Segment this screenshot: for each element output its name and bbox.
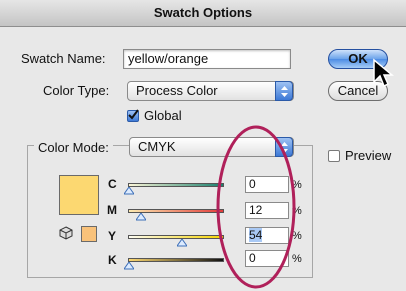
mouse-cursor-icon — [373, 58, 395, 88]
value-input-y[interactable]: 54 — [245, 227, 289, 244]
percent-c: % — [292, 179, 302, 191]
popup-arrows-icon — [275, 137, 293, 157]
ok-button-label: OK — [348, 51, 368, 66]
color-swatch-preview — [59, 175, 99, 215]
color-mode-value: CMYK — [138, 139, 176, 154]
popup-arrows-icon — [275, 81, 293, 101]
slider-track-y[interactable] — [128, 235, 224, 239]
slider-label-m: M — [107, 203, 117, 217]
preview-checkbox[interactable] — [328, 150, 340, 162]
value-input-m[interactable]: 12 — [245, 202, 289, 219]
swatch-name-value: yellow/orange — [128, 51, 209, 66]
color-type-label: Color Type: — [43, 83, 110, 98]
window-title: Swatch Options — [153, 5, 253, 20]
slider-label-k: K — [108, 253, 117, 267]
web-safe-swatch-icon[interactable] — [81, 226, 97, 242]
swatch-name-label: Swatch Name: — [21, 51, 106, 66]
value-input-k[interactable]: 0 — [245, 250, 289, 267]
value-k: 0 — [249, 251, 256, 265]
window-titlebar[interactable]: Swatch Options — [0, 0, 406, 27]
color-type-select[interactable]: Process Color — [127, 81, 294, 101]
percent-m: % — [292, 205, 302, 217]
slider-track-c[interactable] — [128, 183, 224, 187]
checkmark-icon — [128, 109, 139, 120]
preview-label: Preview — [345, 148, 392, 163]
color-type-value: Process Color — [136, 83, 218, 98]
color-mode-label: Color Mode: — [34, 140, 113, 155]
value-y: 54 — [249, 228, 263, 242]
global-label: Global — [144, 108, 182, 123]
global-checkbox[interactable] — [127, 109, 139, 122]
value-input-c[interactable]: 0 — [245, 176, 289, 193]
slider-label-c: C — [108, 177, 117, 191]
slider-label-y: Y — [108, 229, 117, 243]
slider-track-k[interactable] — [128, 258, 224, 262]
value-m: 12 — [249, 203, 263, 217]
swatch-name-input[interactable]: yellow/orange — [123, 49, 291, 69]
percent-k: % — [292, 253, 302, 265]
percent-y: % — [292, 230, 302, 242]
color-mode-select[interactable]: CMYK — [129, 137, 294, 157]
out-of-gamut-cube-icon[interactable] — [59, 226, 73, 240]
value-c: 0 — [249, 177, 256, 191]
